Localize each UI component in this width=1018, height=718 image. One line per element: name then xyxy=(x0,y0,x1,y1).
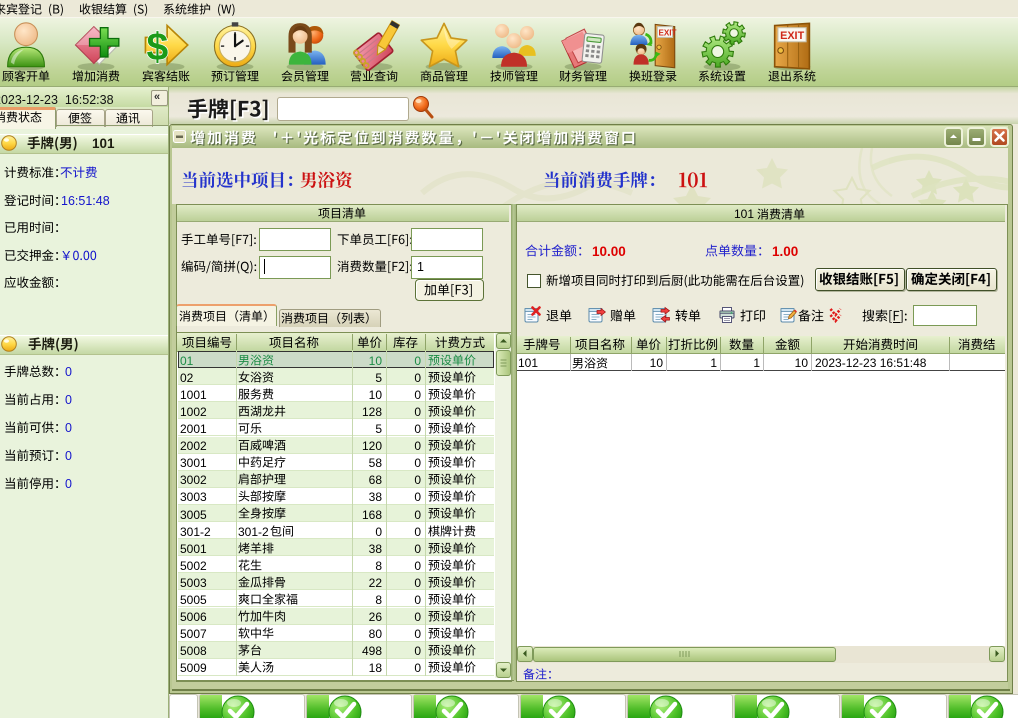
svg-text:$: $ xyxy=(146,26,168,69)
svg-text:EXIT: EXIT xyxy=(658,28,676,37)
svg-text:EXIT: EXIT xyxy=(780,30,804,42)
